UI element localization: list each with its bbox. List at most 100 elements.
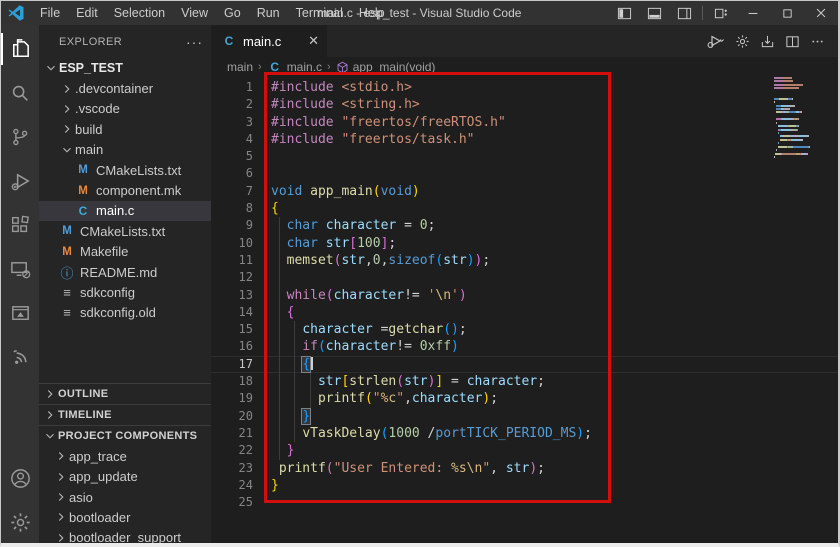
source-control-icon[interactable] xyxy=(1,115,39,159)
minimize-button[interactable] xyxy=(736,1,770,25)
explorer-sidebar: EXPLORER ··· ESP_TEST.devcontainer.vscod… xyxy=(39,25,211,547)
breadcrumb-main[interactable]: main xyxy=(227,60,253,74)
code-line-1[interactable]: 1#include <stdio.h> xyxy=(211,79,838,96)
remote-explorer-icon[interactable] xyxy=(1,247,39,291)
code-line-2[interactable]: 2#include <string.h> xyxy=(211,96,838,113)
code-line-3[interactable]: 3#include "freertos/freeRTOS.h" xyxy=(211,114,838,131)
line-number: 16 xyxy=(211,338,257,355)
code-line-17[interactable]: 17 { xyxy=(211,356,838,373)
component-bootloader[interactable]: bootloader xyxy=(39,507,211,527)
indent-guide xyxy=(279,269,280,286)
split-editor-icon[interactable] xyxy=(782,34,803,49)
line-number: 1 xyxy=(211,79,257,96)
chevron-icon xyxy=(42,428,58,444)
settings-gear-icon[interactable] xyxy=(732,34,753,49)
espressif-icon[interactable] xyxy=(1,335,39,379)
indent-guide xyxy=(279,321,280,338)
tree-item-component-mk[interactable]: Mcomponent.mk xyxy=(39,180,211,200)
settings-gear-icon[interactable] xyxy=(1,500,39,544)
tab-close-icon[interactable]: ✕ xyxy=(308,33,319,49)
code-editor[interactable]: 1#include <stdio.h>2#include <string.h>3… xyxy=(211,77,838,547)
code-line-11[interactable]: 11 memset(str,0,sizeof(str)); xyxy=(211,252,838,269)
toggle-secondary-sidebar-icon[interactable] xyxy=(669,1,699,25)
component-bootloader-support[interactable]: bootloader_support xyxy=(39,528,211,547)
code-line-4[interactable]: 4#include "freertos/task.h" xyxy=(211,131,838,148)
flash-download-icon[interactable] xyxy=(757,34,778,49)
code-line-8[interactable]: 8{ xyxy=(211,200,838,217)
extensions-icon[interactable] xyxy=(1,203,39,247)
tree-item-cmakelists-txt[interactable]: MCMakeLists.txt xyxy=(39,160,211,180)
close-button[interactable] xyxy=(804,1,838,25)
tree-item-main-c[interactable]: Cmain.c xyxy=(39,201,211,221)
code-line-24[interactable]: 24} xyxy=(211,477,838,494)
tab-main-c[interactable]: C main.c ✕ xyxy=(211,25,327,57)
code-line-7[interactable]: 7void app_main(void) xyxy=(211,183,838,200)
toggle-sidebar-icon[interactable] xyxy=(609,1,639,25)
code-line-25[interactable]: 25 xyxy=(211,494,838,511)
tree-item-esp-test[interactable]: ESP_TEST xyxy=(39,58,211,78)
maximize-button[interactable] xyxy=(770,1,804,25)
code-line-15[interactable]: 15 character =getchar(); xyxy=(211,321,838,338)
tree-item-readme-md[interactable]: ⓘREADME.md xyxy=(39,262,211,282)
code-line-9[interactable]: 9 char character = 0; xyxy=(211,217,838,234)
breadcrumb-main-c[interactable]: Cmain.c xyxy=(267,60,322,74)
config-file-icon: ≡ xyxy=(59,305,75,320)
code-line-21[interactable]: 21 vTaskDelay(1000 /portTICK_PERIOD_MS); xyxy=(211,425,838,442)
menu-view[interactable]: View xyxy=(173,1,216,25)
code-line-19[interactable]: 19 printf("%c",character); xyxy=(211,390,838,407)
search-icon[interactable] xyxy=(1,71,39,115)
explorer-more-actions-icon[interactable]: ··· xyxy=(186,34,203,50)
customize-layout-icon[interactable] xyxy=(706,1,736,25)
line-number: 5 xyxy=(211,148,257,165)
symbol-cube-icon xyxy=(336,61,349,74)
code-line-18[interactable]: 18 str[strlen(str)] = character; xyxy=(211,373,838,390)
menu-file[interactable]: File xyxy=(32,1,68,25)
tree-item-label: .vscode xyxy=(75,101,120,116)
code-line-10[interactable]: 10 char str[100]; xyxy=(211,235,838,252)
run-or-debug-icon[interactable] xyxy=(702,33,728,49)
more-actions-icon[interactable] xyxy=(807,34,828,49)
code-line-22[interactable]: 22 } xyxy=(211,442,838,459)
breadcrumb-app-main-void-[interactable]: app_main(void) xyxy=(336,60,436,74)
menu-help[interactable]: Help xyxy=(351,1,393,25)
indent-guide xyxy=(279,442,280,459)
tree-item--devcontainer[interactable]: .devcontainer xyxy=(39,78,211,98)
component-app-update[interactable]: app_update xyxy=(39,466,211,486)
explorer-icon[interactable] xyxy=(1,27,39,71)
menu-edit[interactable]: Edit xyxy=(68,1,106,25)
component-asio[interactable]: asio xyxy=(39,487,211,507)
code-line-23[interactable]: 23 printf("User Entered: %s\n", str); xyxy=(211,460,838,477)
code-line-5[interactable]: 5 xyxy=(211,148,838,165)
line-number: 17 xyxy=(211,356,257,373)
tree-item-sdkconfig-old[interactable]: ≡sdkconfig.old xyxy=(39,303,211,323)
line-number: 24 xyxy=(211,477,257,494)
code-line-13[interactable]: 13 while(character!= '\n') xyxy=(211,287,838,304)
tree-item--vscode[interactable]: .vscode xyxy=(39,99,211,119)
section-project-components[interactable]: PROJECT COMPONENTS xyxy=(39,425,211,446)
section-timeline[interactable]: TIMELINE xyxy=(39,404,211,425)
code-line-6[interactable]: 6 xyxy=(211,165,838,182)
menu-terminal[interactable]: Terminal xyxy=(288,1,351,25)
file-tree: ESP_TEST.devcontainer.vscodebuildmainMCM… xyxy=(39,58,211,323)
tree-item-cmakelists-txt[interactable]: MCMakeLists.txt xyxy=(39,221,211,241)
code-line-12[interactable]: 12 xyxy=(211,269,838,286)
tree-item-sdkconfig[interactable]: ≡sdkconfig xyxy=(39,282,211,302)
line-content: #include "freertos/freeRTOS.h" xyxy=(257,114,838,131)
menu-selection[interactable]: Selection xyxy=(106,1,173,25)
code-line-16[interactable]: 16 if(character!= 0xff) xyxy=(211,338,838,355)
tree-item-label: sdkconfig xyxy=(80,285,135,300)
component-app-trace[interactable]: app_trace xyxy=(39,446,211,466)
run-debug-icon[interactable] xyxy=(1,159,39,203)
tree-item-main[interactable]: main xyxy=(39,140,211,160)
menu-go[interactable]: Go xyxy=(216,1,249,25)
serial-monitor-icon[interactable] xyxy=(1,291,39,335)
tree-item-build[interactable]: build xyxy=(39,119,211,139)
chevron-right-icon xyxy=(53,448,69,464)
section-outline[interactable]: OUTLINE xyxy=(39,383,211,404)
menu-run[interactable]: Run xyxy=(249,1,288,25)
account-icon[interactable] xyxy=(1,456,39,500)
toggle-panel-icon[interactable] xyxy=(639,1,669,25)
tree-item-makefile[interactable]: MMakefile xyxy=(39,242,211,262)
code-line-14[interactable]: 14 { xyxy=(211,304,838,321)
code-line-20[interactable]: 20 } xyxy=(211,408,838,425)
